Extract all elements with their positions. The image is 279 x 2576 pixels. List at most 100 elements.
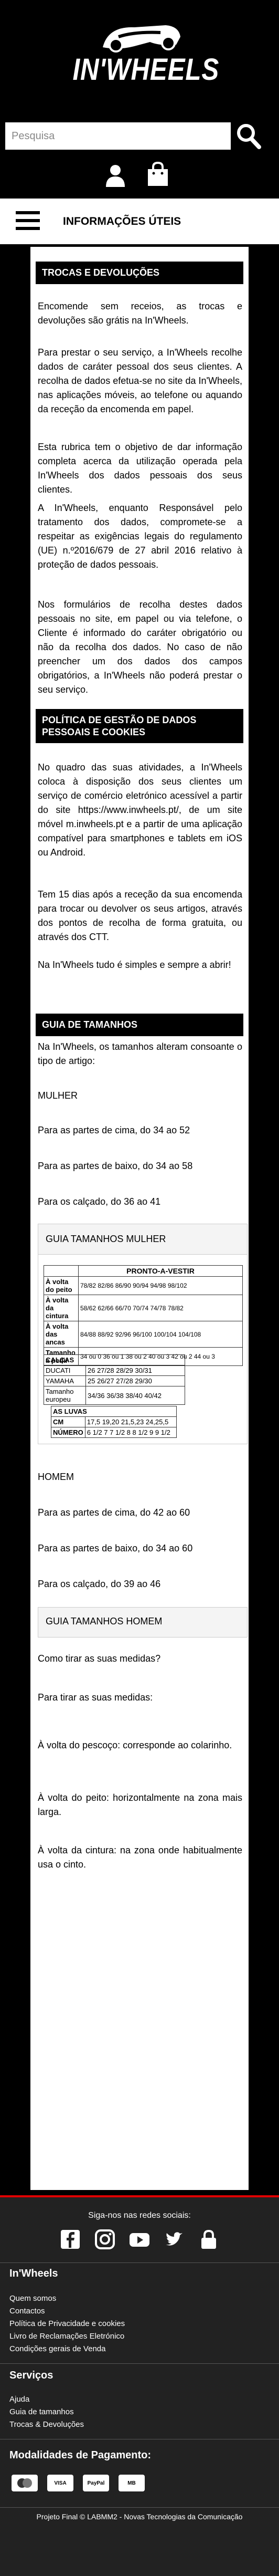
- instagram-icon[interactable]: [94, 2229, 115, 2250]
- size-guide-women-toggle[interactable]: GUIA TAMANHOS MULHER: [38, 1224, 247, 1255]
- visa-label: VISA: [54, 2480, 67, 2486]
- row-label: Tamanho europeu: [44, 1386, 86, 1405]
- table-header: PRONTO-A-VESTIR: [78, 1265, 243, 1277]
- row-label: À volta das ancas: [44, 1321, 79, 1348]
- search-input[interactable]: Pesquisa: [5, 122, 231, 150]
- trocas-paragraph-1: Encomende sem receios, as trocas e devol…: [38, 301, 242, 326]
- footer-link-trocas[interactable]: Trocas & Devoluções: [9, 2420, 84, 2429]
- search-placeholder: Pesquisa: [12, 130, 55, 142]
- footer-link-quem-somos[interactable]: Quem somos: [9, 2294, 56, 2303]
- table-row: CM 17,5 19,20 21,5,23 24,25,5: [51, 1416, 177, 1427]
- table-row: Tamanho europeu 34/36 36/38 38/40 40/42: [44, 1386, 185, 1405]
- row-values: 84/88 88/92 92/96 96/100 100/104 104/108: [78, 1321, 243, 1348]
- table-header: CALÇAS: [44, 1354, 185, 1365]
- divider: [0, 2363, 279, 2364]
- row-label: À volta da cintura: [44, 1295, 79, 1321]
- guia-mulher-baixo: Para as partes de baixo, do 34 ao 58: [38, 1161, 193, 1171]
- row-values: 78/82 82/86 86/90 90/94 94/98 98/102: [78, 1276, 243, 1295]
- shopping-bag-icon: [148, 161, 168, 186]
- guia-homem-cima: Para as partes de cima, do 42 ao 60: [38, 1507, 190, 1518]
- mastercard-icon: [12, 2475, 38, 2491]
- logo[interactable]: IN'WHEELS: [61, 16, 220, 89]
- footer: Siga-nos nas redes sociais: In'Wheels Qu…: [0, 2195, 279, 2576]
- row-label: À volta do peito: [44, 1276, 79, 1295]
- multibanco-icon: MB: [119, 2475, 145, 2491]
- trocas-paragraph-3: Esta rubrica tem o objetivo de dar infor…: [38, 442, 242, 495]
- paypal-label: PayPal: [87, 2480, 105, 2486]
- footer-link-ajuda[interactable]: Ajuda: [9, 2395, 29, 2404]
- search-button[interactable]: [235, 122, 262, 150]
- row-values: 34/36 36/38 38/40 40/42: [85, 1386, 185, 1405]
- measure-chest: À volta do peito: horizontalmente na zon…: [38, 1792, 242, 1817]
- footer-link-privacidade[interactable]: Política de Privacidade e cookies: [9, 2319, 125, 2328]
- page: IN'WHEELS Pesquisa INFORMAÇÕES ÚTEIS TRO…: [0, 0, 279, 2576]
- measure-neck: À volta do pescoço: corresponde ao colar…: [38, 1740, 232, 1750]
- search-icon: [237, 124, 261, 149]
- footer-brand-heading: In'Wheels: [9, 2268, 58, 2279]
- row-values: 58/62 62/66 66/70 70/74 74/78 78/82: [78, 1295, 243, 1321]
- ready-to-wear-table: PRONTO-A-VESTIR À volta do peito 78/82 8…: [44, 1265, 243, 1366]
- trocas-paragraph-4: A In'Wheels, enquanto Responsável pelo t…: [38, 503, 242, 570]
- divider: [0, 2262, 279, 2263]
- social-links: [60, 2229, 219, 2255]
- footer-link-reclamacoes[interactable]: Livro de Reclamações Eletrónico: [9, 2332, 124, 2341]
- row-label: YAMAHA: [44, 1375, 86, 1386]
- size-guide-men-toggle[interactable]: GUIA TAMANHOS HOMEM: [38, 1607, 248, 1638]
- main-content: TROCAS E DEVOLUÇÕES Encomende sem receio…: [30, 247, 249, 2190]
- gloves-table: AS LUVAS CM 17,5 19,20 21,5,23 24,25,5 N…: [51, 1406, 177, 1438]
- size-guide-women-label: GUIA TAMANHOS MULHER: [46, 1234, 166, 1244]
- politica-paragraph-3: Na In'Wheels tudo é simples e sempre a a…: [38, 960, 231, 970]
- twitter-icon[interactable]: [164, 2229, 185, 2250]
- measure-question: Como tirar as suas medidas?: [38, 1653, 161, 1664]
- politica-paragraph-2: Tem 15 dias após a receção da sua encome…: [38, 889, 242, 942]
- trocas-paragraph-5: Nos formulários de recolha destes dados …: [38, 599, 242, 695]
- hamburger-menu-icon[interactable]: [16, 211, 40, 232]
- table-row: YAMAHA 25 26/27 27/28 29/30: [44, 1375, 185, 1386]
- copyright: Projeto Final © LABMM2 - Novas Tecnologi…: [36, 2512, 243, 2521]
- footer-link-contactos[interactable]: Contactos: [9, 2307, 45, 2316]
- account-button[interactable]: [105, 164, 126, 187]
- row-values: 26 27/28 28/29 30/31: [85, 1365, 185, 1376]
- facebook-icon[interactable]: [60, 2229, 81, 2250]
- divider: [0, 2507, 279, 2508]
- measure-intro: Para tirar as suas medidas:: [38, 1692, 153, 1703]
- logo-text: IN'WHEELS: [72, 53, 220, 87]
- row-label: NÚMERO: [51, 1427, 85, 1438]
- page-title: INFORMAÇÕES ÚTEIS: [63, 215, 181, 227]
- youtube-icon[interactable]: [129, 2229, 150, 2250]
- guia-mulher-calcado: Para os calçado, do 36 ao 41: [38, 1196, 161, 1207]
- section-title-guia: GUIA DE TAMANHOS: [36, 1014, 243, 1036]
- table-row: À volta das ancas 84/88 88/92 92/96 96/1…: [44, 1321, 243, 1348]
- guia-homem-calcado: Para os calçado, do 39 ao 46: [38, 1579, 161, 1589]
- footer-link-condicoes[interactable]: Condições gerais de Venda: [9, 2344, 105, 2353]
- lock-icon[interactable]: [198, 2229, 219, 2250]
- table-row: DUCATI 26 27/28 28/29 30/31: [44, 1365, 185, 1376]
- footer-link-guia[interactable]: Guia de tamanhos: [9, 2407, 74, 2416]
- guia-mulher-label: MULHER: [38, 1090, 78, 1101]
- row-values: 25 26/27 27/28 29/30: [85, 1375, 185, 1386]
- table-header: AS LUVAS: [51, 1406, 177, 1417]
- measure-waist: À volta da cintura: na zona onde habitua…: [38, 1845, 242, 1870]
- menu-bar: INFORMAÇÕES ÚTEIS: [0, 199, 279, 246]
- footer-services-heading: Serviços: [9, 2370, 53, 2381]
- trocas-paragraph-2: Para prestar o seu serviço, a In'Wheels …: [38, 347, 242, 414]
- cart-button[interactable]: [147, 161, 169, 187]
- row-label: CM: [51, 1416, 85, 1427]
- trousers-table: CALÇAS DUCATI 26 27/28 28/29 30/31 YAMAH…: [44, 1354, 185, 1405]
- paypal-icon: PayPal: [83, 2475, 109, 2491]
- row-label: DUCATI: [44, 1365, 86, 1376]
- politica-paragraph-1: No quadro das suas atividades, a In'Whee…: [38, 762, 242, 858]
- table-row: À volta do peito 78/82 82/86 86/90 90/94…: [44, 1276, 243, 1295]
- size-guide-women-panel: GUIA TAMANHOS MULHER PRONTO-A-VESTIR À v…: [38, 1224, 248, 1444]
- footer-payment-heading: Modalidades de Pagamento:: [9, 2449, 152, 2461]
- guia-intro: Na In'Wheels, os tamanhos alteram consoa…: [38, 1041, 242, 1066]
- multibanco-label: MB: [127, 2480, 136, 2486]
- section-title-trocas: TROCAS E DEVOLUÇÕES: [36, 262, 243, 284]
- guia-homem-label: HOMEM: [38, 1472, 74, 1482]
- visa-icon: VISA: [47, 2475, 73, 2491]
- size-guide-men-label: GUIA TAMANHOS HOMEM: [46, 1616, 163, 1626]
- user-icon: [106, 165, 125, 187]
- row-values: 6 1/2 7 7 1/2 8 8 1/2 9 9 1/2: [84, 1427, 177, 1438]
- table-row: À volta da cintura 58/62 62/66 66/70 70/…: [44, 1295, 243, 1321]
- table-row: NÚMERO 6 1/2 7 7 1/2 8 8 1/2 9 9 1/2: [51, 1427, 177, 1438]
